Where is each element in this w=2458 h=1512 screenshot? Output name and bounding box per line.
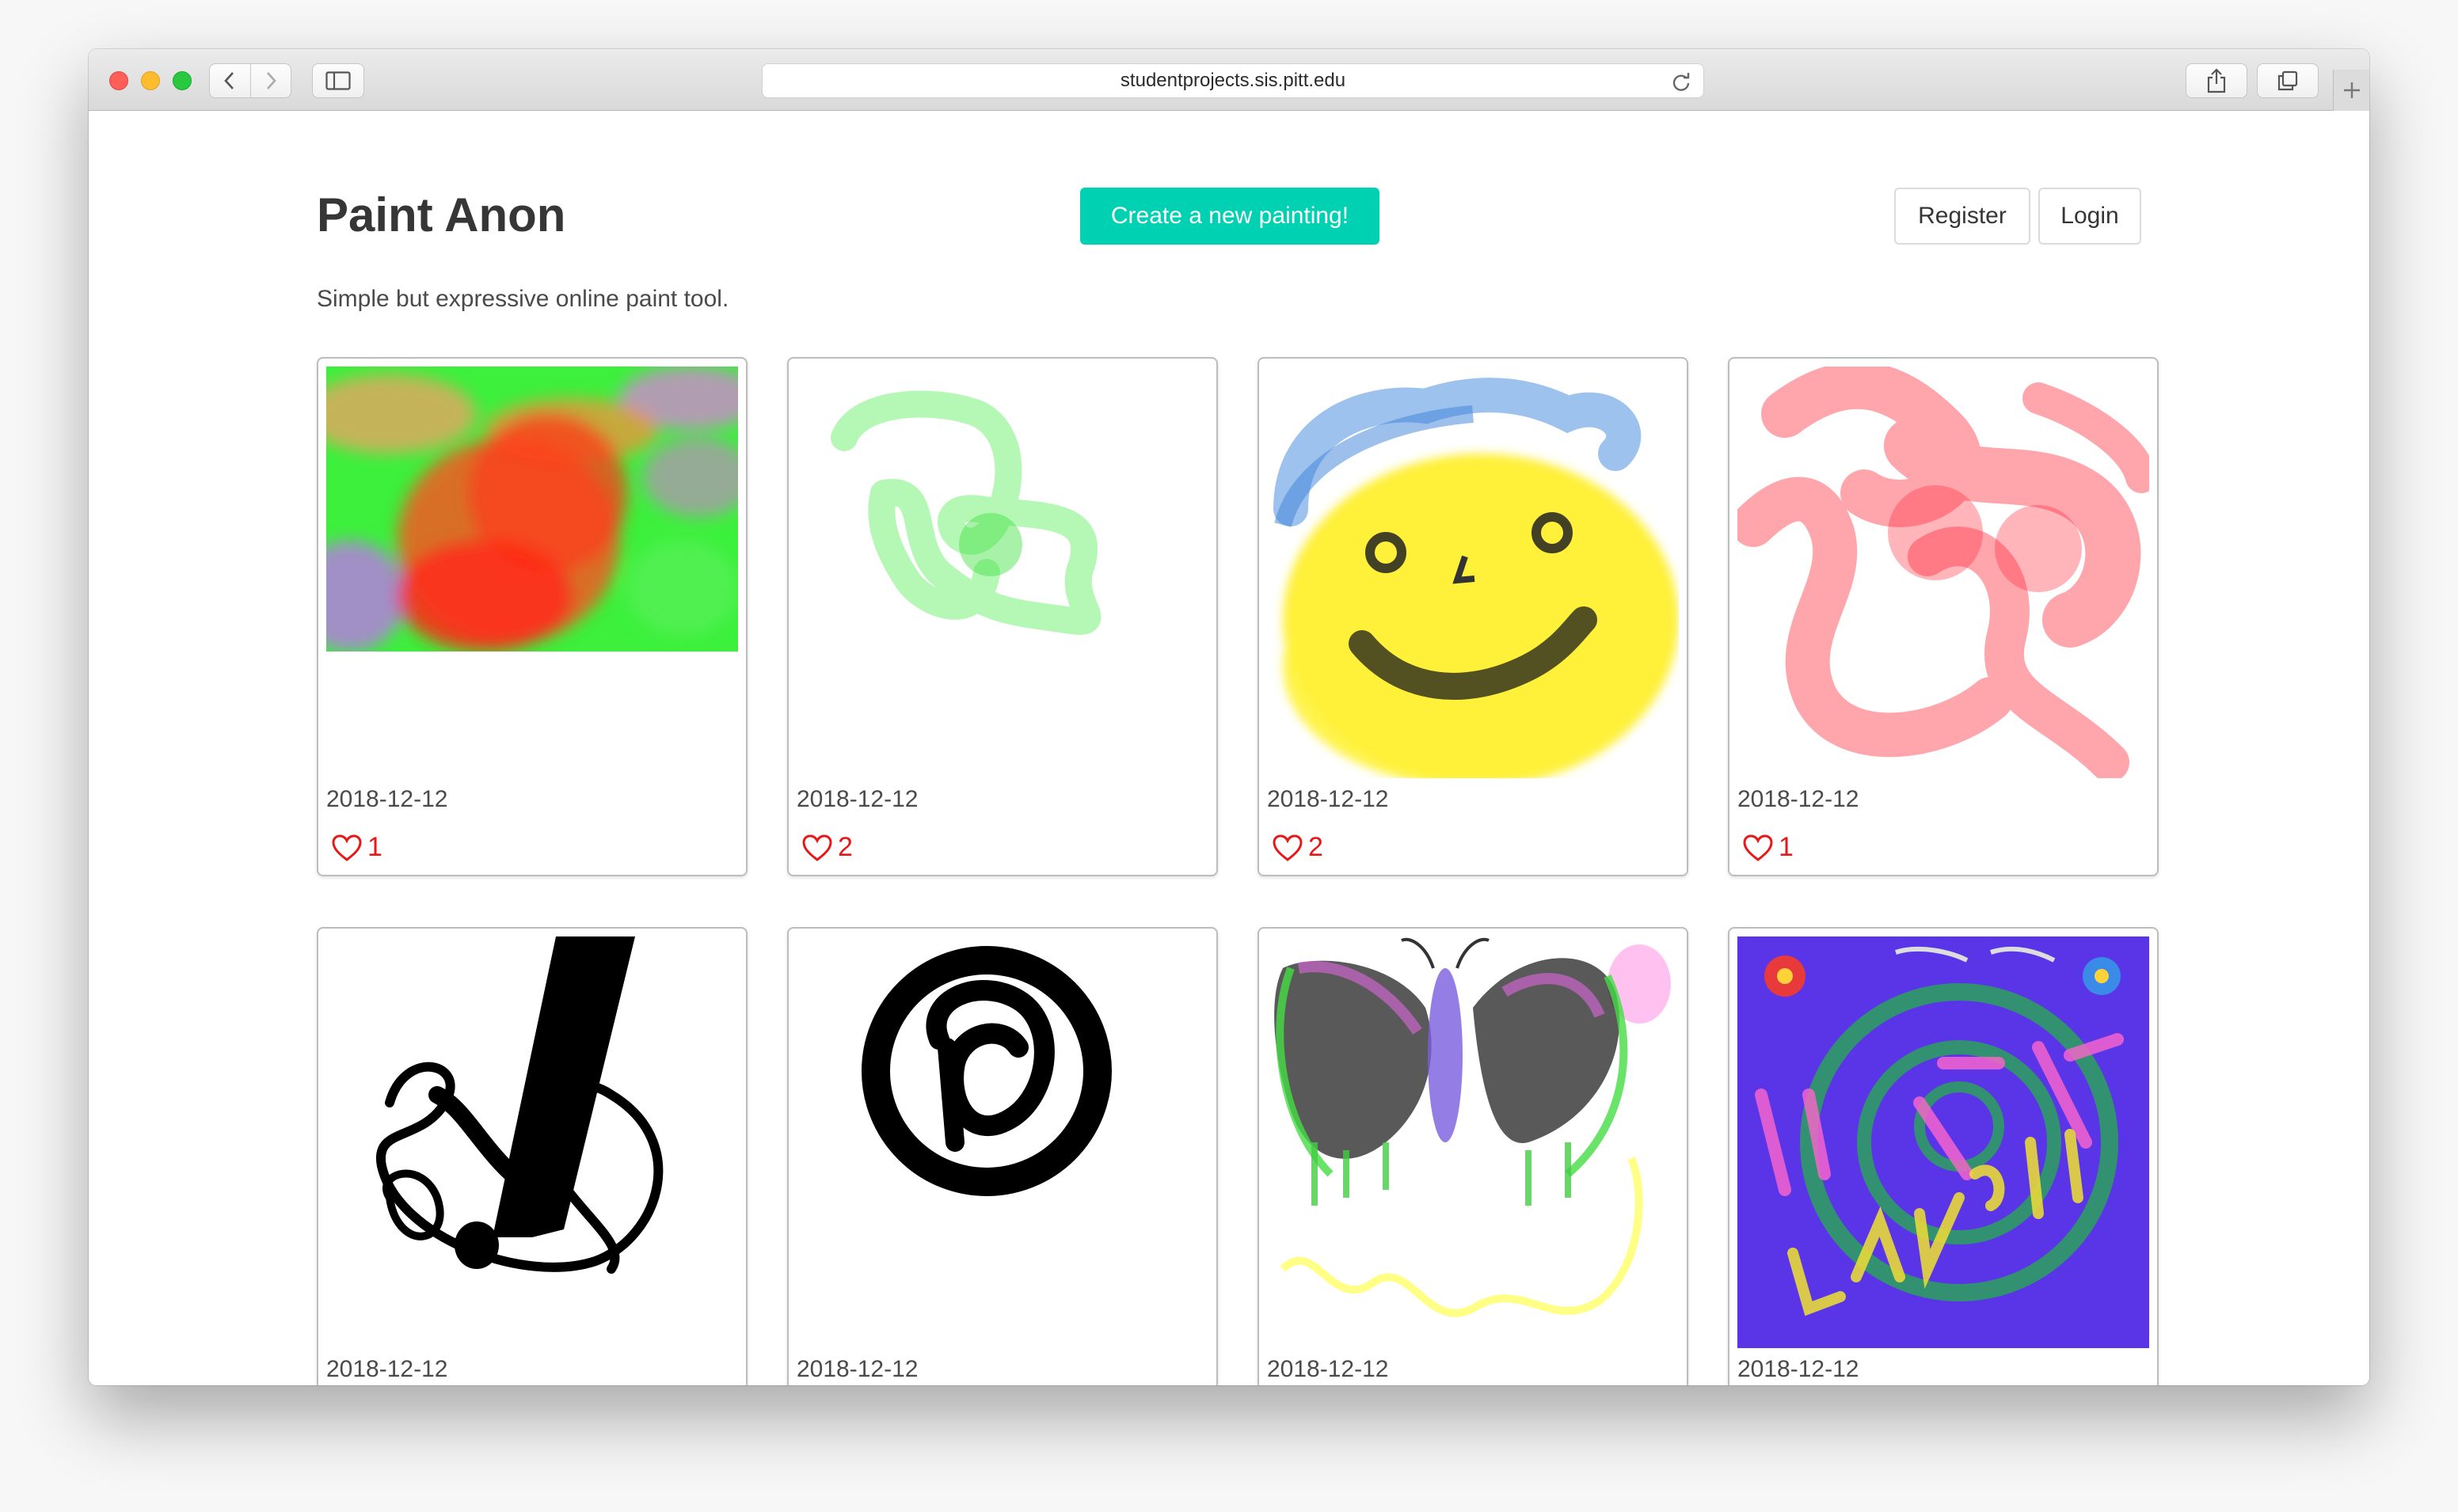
like-count: 2 (838, 832, 853, 862)
painting-thumbnail[interactable] (1267, 936, 1679, 1348)
sidebar-icon (325, 71, 351, 90)
chevron-right-icon (267, 72, 276, 89)
share-button[interactable] (2186, 63, 2247, 98)
back-button[interactable] (210, 64, 250, 97)
painting-thumbnail[interactable] (1737, 367, 2149, 778)
painting-card[interactable]: 2018-12-12 (1728, 927, 2159, 1385)
close-window-button[interactable] (109, 71, 128, 90)
chevron-left-icon (224, 72, 234, 89)
painting-thumbnail[interactable] (326, 367, 738, 652)
painting-card[interactable]: 2018-12-12 1 (317, 357, 748, 876)
like-button[interactable]: 1 (1742, 832, 1794, 863)
painting-thumbnail[interactable] (326, 936, 738, 1348)
register-button[interactable]: Register (1894, 188, 2030, 245)
painting-card[interactable]: 2018-12-12 2 (787, 357, 1218, 876)
share-icon (2207, 68, 2226, 93)
painting-thumbnail[interactable] (797, 936, 1208, 1348)
site-tagline: Simple but expressive online paint tool. (317, 286, 729, 312)
page-content: Paint Anon Create a new painting! Regist… (89, 112, 2369, 1385)
heart-icon (1743, 834, 1773, 861)
address-bar[interactable]: studentprojects.sis.pitt.edu (762, 63, 1704, 98)
like-count: 1 (1779, 832, 1794, 862)
painting-card[interactable]: 2018-12-12 (787, 927, 1218, 1385)
heart-icon (802, 834, 832, 861)
painting-date: 2018-12-12 (1267, 1356, 1389, 1382)
like-button[interactable]: 2 (1272, 832, 1323, 863)
heart-icon (1273, 834, 1303, 861)
painting-thumbnail[interactable] (1737, 936, 2149, 1348)
painting-date: 2018-12-12 (797, 1356, 919, 1382)
painting-date: 2018-12-12 (797, 786, 919, 812)
painting-card[interactable]: 2018-12-12 1 (1728, 357, 2159, 876)
painting-card[interactable]: 2018-12-12 (1258, 927, 1688, 1385)
like-button[interactable]: 1 (331, 832, 382, 863)
like-count: 2 (1308, 832, 1323, 862)
painting-date: 2018-12-12 (1737, 786, 1859, 812)
login-button[interactable]: Login (2038, 188, 2141, 245)
reload-icon[interactable] (1670, 70, 1692, 93)
minimize-window-button[interactable] (141, 71, 160, 90)
like-count: 1 (367, 832, 382, 862)
painting-date: 2018-12-12 (326, 1356, 448, 1382)
create-painting-button[interactable]: Create a new painting! (1080, 188, 1379, 245)
painting-card[interactable]: 2018-12-12 (317, 927, 748, 1385)
painting-date: 2018-12-12 (1267, 786, 1389, 812)
history-nav (209, 63, 291, 98)
show-tabs-button[interactable] (2257, 63, 2319, 98)
painting-date: 2018-12-12 (326, 786, 448, 812)
forward-button[interactable] (249, 64, 291, 97)
zoom-window-button[interactable] (173, 71, 192, 90)
painting-thumbnail[interactable] (797, 367, 1208, 778)
browser-window: studentprojects.sis.pitt.edu Paint Anon … (89, 49, 2369, 1385)
painting-thumbnail[interactable] (1267, 367, 1679, 778)
heart-icon (332, 834, 362, 861)
tabs-icon (2277, 70, 2298, 91)
new-tab-button[interactable] (2333, 70, 2369, 111)
painting-card[interactable]: 2018-12-12 2 (1258, 357, 1688, 876)
browser-toolbar: studentprojects.sis.pitt.edu (89, 49, 2369, 111)
painting-date: 2018-12-12 (1737, 1356, 1859, 1382)
like-button[interactable]: 2 (801, 832, 853, 863)
url-text: studentprojects.sis.pitt.edu (1120, 70, 1346, 91)
site-title[interactable]: Paint Anon (317, 188, 565, 242)
plus-icon (2343, 82, 2360, 98)
sidebar-toggle-button[interactable] (312, 63, 364, 98)
